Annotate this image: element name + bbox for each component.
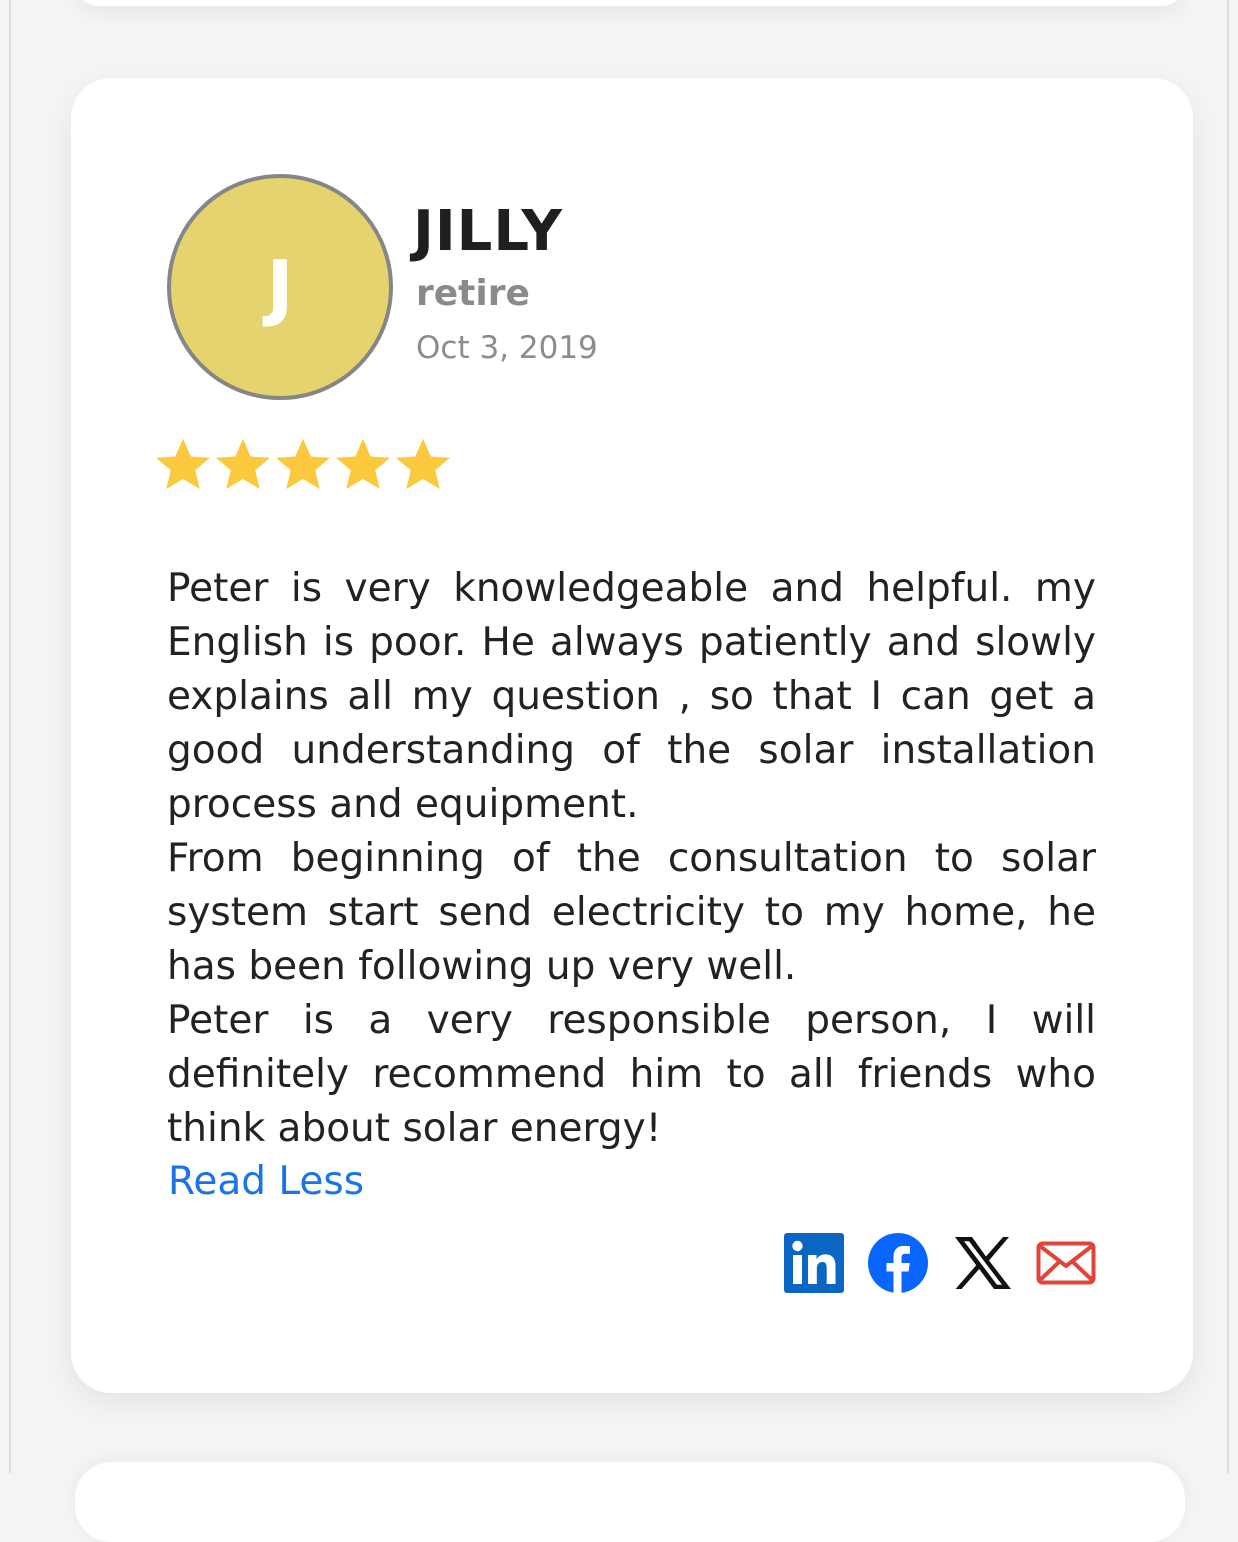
- avatar: J: [167, 174, 393, 400]
- star-rating: [153, 435, 453, 495]
- avatar-initial: J: [266, 245, 294, 329]
- page-frame: J JILLY retire Oct 3, 2019 Peter is very…: [9, 0, 1229, 1542]
- facebook-share-button[interactable]: [868, 1233, 928, 1293]
- review-paragraph: Peter is a very responsible person, I wi…: [167, 998, 1096, 1151]
- star-icon: [276, 438, 330, 489]
- star-icon: [336, 438, 390, 489]
- x-icon: [955, 1237, 1011, 1289]
- review-date: Oct 3, 2019: [416, 330, 598, 366]
- reviewer-name: JILLY: [413, 199, 563, 264]
- review-paragraph: Peter is very knowledgeable and helpful.…: [167, 566, 1096, 827]
- x-share-button[interactable]: [952, 1233, 1012, 1293]
- review-text: Peter is very knowledgeable and helpful.…: [167, 562, 1096, 1156]
- linkedin-share-button[interactable]: [784, 1233, 844, 1293]
- email-icon: [1036, 1241, 1096, 1285]
- reviewer-role: retire: [416, 273, 530, 314]
- email-share-button[interactable]: [1036, 1233, 1096, 1293]
- star-icon: [156, 438, 210, 489]
- share-icons: [784, 1233, 1096, 1293]
- review-card: J JILLY retire Oct 3, 2019 Peter is very…: [71, 78, 1193, 1393]
- previous-review-card: [75, 0, 1185, 6]
- linkedin-icon: [784, 1233, 844, 1293]
- star-icon: [396, 438, 450, 489]
- facebook-icon: [868, 1233, 928, 1293]
- review-paragraph: From beginning of the consultation to so…: [167, 836, 1096, 989]
- next-review-card: [75, 1462, 1185, 1542]
- read-less-link[interactable]: Read Less: [168, 1155, 364, 1209]
- star-icon: [216, 438, 270, 489]
